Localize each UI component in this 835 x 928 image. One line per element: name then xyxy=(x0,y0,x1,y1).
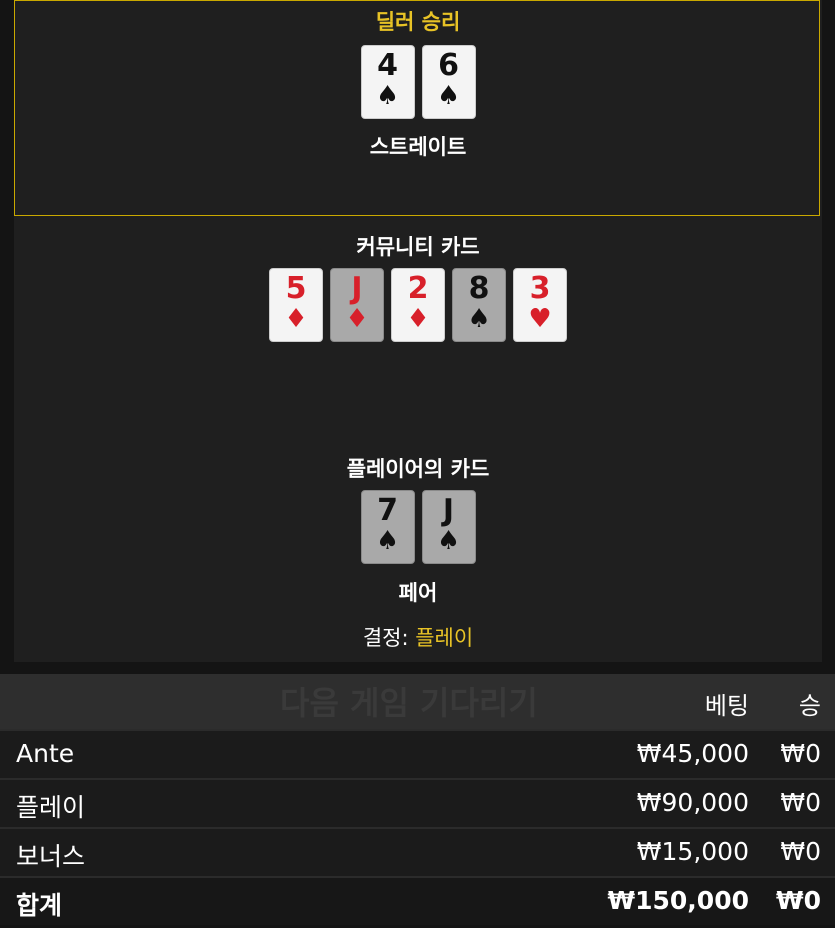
dealer-hand: 스트레이트 xyxy=(369,135,467,159)
card-rank: 4 xyxy=(377,48,398,83)
card-suit-icon: ♦ xyxy=(345,304,369,334)
column-win: 승 xyxy=(798,692,821,720)
row-name: 플레이 xyxy=(16,793,86,822)
player-hand: 페어 xyxy=(398,581,438,605)
card-rank: 8 xyxy=(468,271,490,306)
row-win: ₩0 xyxy=(780,739,821,768)
row-win: ₩0 xyxy=(780,788,821,817)
dealer-status: 딜러 승리 xyxy=(375,10,461,34)
playing-card: 2 ♦ xyxy=(391,268,445,342)
card-suit-icon: ♠ xyxy=(436,81,461,111)
playing-card: 8 ♠ xyxy=(452,268,506,342)
row-name: Ante xyxy=(16,739,75,768)
waiting-banner: 다음 게임 기다리기 xyxy=(280,684,538,722)
row-bet: ₩45,000 xyxy=(636,739,749,768)
player-title: 플레이어의 카드 xyxy=(346,457,490,481)
bet-table-header: 다음 게임 기다리기 베팅 승 xyxy=(0,674,835,729)
card-suit-icon: ♠ xyxy=(467,304,491,334)
card-rank: 3 xyxy=(529,271,551,306)
card-suit-icon: ♠ xyxy=(436,526,461,556)
dealer-cards: 4 ♠ 6 ♠ xyxy=(14,45,822,119)
table-row: Ante ₩45,000 ₩0 xyxy=(0,729,835,778)
row-bet: ₩15,000 xyxy=(636,837,749,866)
row-name: 보너스 xyxy=(16,842,86,871)
card-rank: 7 xyxy=(377,493,398,528)
table-row: 플레이 ₩90,000 ₩0 xyxy=(0,778,835,827)
player-cards: 7 ♠ J ♠ xyxy=(14,490,822,564)
card-suit-icon: ♥ xyxy=(528,304,552,334)
bet-table: 다음 게임 기다리기 베팅 승 Ante ₩45,000 ₩0 플레이 ₩90,… xyxy=(0,674,835,925)
table-row: 보너스 ₩15,000 ₩0 xyxy=(0,827,835,876)
community-cards: 5 ♦ J ♦ 2 ♦ 8 ♠ 3 ♥ xyxy=(14,268,822,342)
row-win: ₩0 xyxy=(780,837,821,866)
card-rank: 6 xyxy=(438,48,459,83)
total-bet: ₩150,000 xyxy=(607,886,749,915)
row-bet: ₩90,000 xyxy=(636,788,749,817)
card-rank: 5 xyxy=(285,271,307,306)
playing-card: 3 ♥ xyxy=(513,268,567,342)
card-rank: J xyxy=(442,493,455,528)
playing-card: J ♦ xyxy=(330,268,384,342)
column-bet: 베팅 xyxy=(704,692,749,720)
playing-card: 4 ♠ xyxy=(360,45,415,119)
total-win: ₩0 xyxy=(776,886,821,915)
playing-card: J ♠ xyxy=(421,490,476,564)
decision-value: 플레이 xyxy=(415,626,474,650)
card-rank: J xyxy=(351,271,363,306)
decision-line: 결정: 플레이 xyxy=(14,622,822,652)
playing-card: 7 ♠ xyxy=(360,490,415,564)
decision-label: 결정: xyxy=(362,626,409,650)
total-name: 합계 xyxy=(16,891,63,920)
community-title: 커뮤니티 카드 xyxy=(356,235,480,259)
playing-card: 6 ♠ xyxy=(421,45,476,119)
card-rank: 2 xyxy=(407,271,429,306)
card-suit-icon: ♦ xyxy=(406,304,430,334)
playing-card: 5 ♦ xyxy=(269,268,323,342)
results-panel: 딜러 승리 4 ♠ 6 ♠ 스트레이트 커뮤니티 카드 5 ♦ J ♦ 2 ♦ 8 ♠ 3 ♥ 플레이어… xyxy=(14,0,822,662)
total-row: 합계 ₩150,000 ₩0 xyxy=(0,876,835,925)
card-suit-icon: ♠ xyxy=(375,81,400,111)
card-suit-icon: ♦ xyxy=(284,304,308,334)
card-suit-icon: ♠ xyxy=(375,526,400,556)
